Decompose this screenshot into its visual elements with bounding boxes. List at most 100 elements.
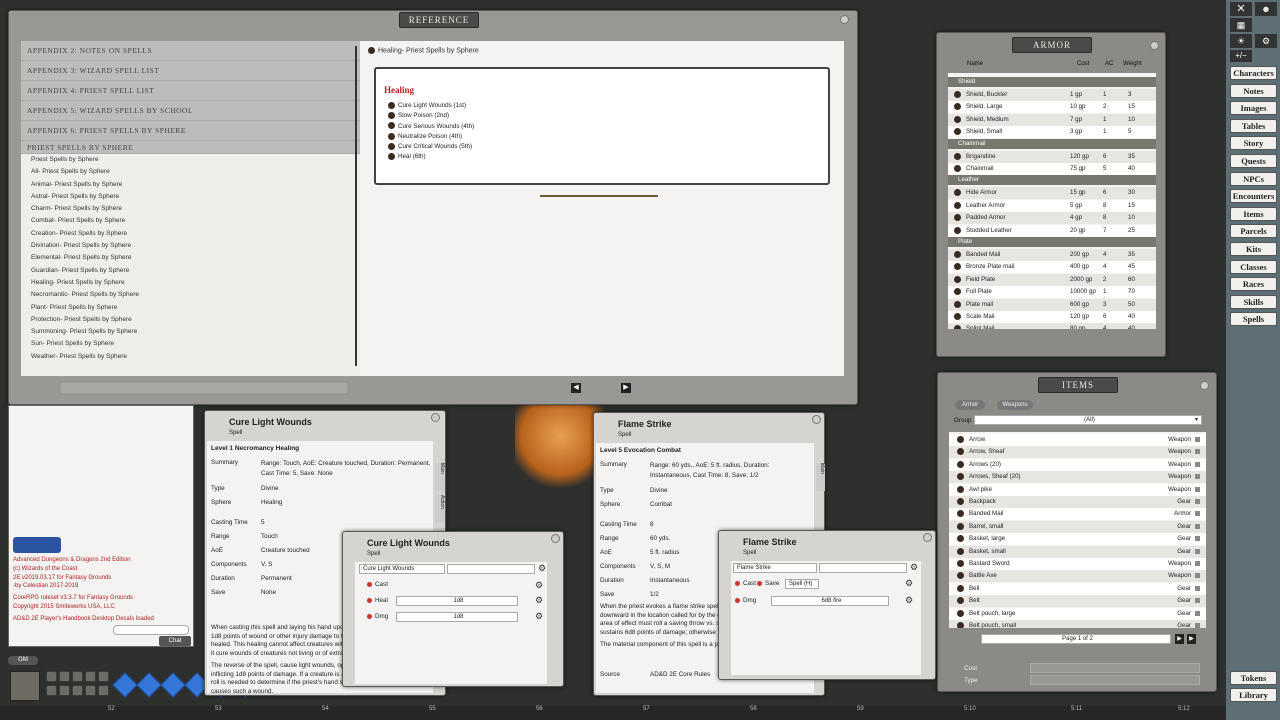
list-item[interactable]: Necromantic- Priest Spells by Sphere <box>21 289 361 301</box>
table-row[interactable]: Bell Gear <box>949 582 1206 595</box>
link-icon[interactable] <box>954 288 961 296</box>
link-icon[interactable] <box>957 485 964 493</box>
col-cost[interactable]: Cost <box>1077 61 1089 67</box>
category-header[interactable]: Appendix 4: Priest Spell List <box>21 81 361 101</box>
list-item[interactable]: Charm- Priest Spells by Sphere <box>21 203 361 215</box>
sidebar-item-characters[interactable]: Characters <box>1230 66 1277 80</box>
sidebar-item-story[interactable]: Story <box>1230 136 1277 151</box>
table-row[interactable]: Arrow, Sheaf Weapon <box>949 446 1206 459</box>
spell-name-field[interactable]: Cure Light Wounds <box>359 564 445 574</box>
cast-button[interactable]: Cast <box>367 581 388 588</box>
group-select[interactable]: (All) ▾ <box>974 415 1202 425</box>
tab-action[interactable]: Action <box>435 495 445 523</box>
list-item[interactable]: Combat- Priest Spells by Sphere <box>21 215 361 227</box>
hotkey-slot[interactable] <box>98 671 109 682</box>
list-item[interactable]: All- Priest Spells by Sphere <box>21 166 361 178</box>
link-icon[interactable] <box>957 547 964 555</box>
table-row[interactable]: Belt pouch, small Gear <box>949 620 1206 628</box>
flame-strike-action-window[interactable]: Flame Strike Spell Flame Strike ⚙ Cast S… <box>718 530 936 680</box>
table-row[interactable]: Leather Armor 5 gp 8 15 <box>948 199 1156 212</box>
table-row[interactable]: Shield, Buckler 1 gp 1 3 <box>948 89 1156 101</box>
close-icon[interactable] <box>1150 41 1159 50</box>
table-row[interactable]: Padded Armor 4 gp 8 10 <box>948 212 1156 225</box>
damage-dice[interactable]: 1d8 <box>396 612 518 622</box>
table-row[interactable]: Awl pike Weapon <box>949 483 1206 496</box>
list-item[interactable]: Plant- Priest Spells by Sphere <box>21 302 361 314</box>
sidebar-item-images[interactable]: Images <box>1230 101 1277 116</box>
link-icon[interactable] <box>954 128 961 136</box>
sidebar-item-tokens[interactable]: Tokens <box>1230 671 1277 685</box>
spell-notes-field[interactable] <box>819 563 907 573</box>
table-row[interactable]: Arrows, Sheaf (20) Weapon <box>949 471 1206 484</box>
link-icon[interactable] <box>957 498 964 505</box>
heal-button[interactable]: Heal <box>367 597 388 604</box>
link-icon[interactable] <box>954 226 961 234</box>
close-icon[interactable] <box>812 415 821 424</box>
gear-icon[interactable]: ⚙ <box>905 579 914 588</box>
armor-title[interactable]: Armor <box>1012 37 1092 53</box>
link-icon[interactable] <box>957 460 964 468</box>
table-row[interactable]: Hide Armor 15 gp 6 30 <box>948 187 1156 200</box>
sidebar-item-quests[interactable]: Quests <box>1230 154 1277 168</box>
sidebar-item-kits[interactable]: Kits <box>1230 242 1277 256</box>
spell-link[interactable]: Cure Critical Wounds (5th) <box>388 142 474 152</box>
lighting-icon[interactable]: ☀ <box>1230 34 1252 48</box>
sidebar-item-encounters[interactable]: Encounters <box>1230 189 1277 204</box>
table-row[interactable]: Basket, small Gear <box>949 545 1206 558</box>
table-row[interactable]: Splint Mail 80 gp 4 40 <box>948 323 1156 329</box>
spell-link[interactable]: Cure Serious Wounds (4th) <box>388 122 474 132</box>
modifier-icon[interactable]: +/− <box>1230 50 1252 62</box>
close-icon[interactable] <box>840 15 849 24</box>
items-title[interactable]: Items <box>1038 377 1118 393</box>
calendar-icon[interactable]: ▦ <box>1230 18 1252 32</box>
gear-icon[interactable]: ⚙ <box>1255 34 1277 48</box>
table-row[interactable]: Brigandine 120 gp 6 35 <box>948 150 1156 163</box>
hotkey-slot[interactable] <box>85 671 96 682</box>
spell-notes-field[interactable] <box>447 564 535 574</box>
link-icon[interactable] <box>954 201 961 209</box>
close-icon[interactable] <box>923 533 932 542</box>
prev-page-button[interactable]: ◀ <box>571 383 581 393</box>
table-row[interactable]: Shield, Large 10 gp 2 15 <box>948 101 1156 114</box>
table-row[interactable]: Plate mail 600 gp 3 50 <box>948 298 1156 311</box>
scrollbar[interactable] <box>355 46 357 366</box>
sidebar-item-tables[interactable]: Tables <box>1230 118 1277 133</box>
list-item[interactable]: Priest Spells by Sphere <box>21 154 361 166</box>
link-icon[interactable] <box>954 300 961 308</box>
tab-weapons[interactable]: Weapons <box>997 400 1033 410</box>
damage-button[interactable]: Dmg <box>367 613 388 620</box>
users-icon[interactable]: ☻ <box>1255 2 1277 16</box>
link-icon[interactable] <box>957 622 964 628</box>
list-item[interactable]: Animal- Priest Spells by Sphere <box>21 179 361 191</box>
link-icon[interactable] <box>957 584 964 592</box>
table-row[interactable]: Battle Axe Weapon <box>949 570 1206 583</box>
link-icon[interactable] <box>957 473 964 481</box>
table-row[interactable]: Basket, large Gear <box>949 533 1206 546</box>
reference-index-list[interactable]: Appendix 2: Notes on Spells Appendix 3: W… <box>21 41 361 376</box>
link-icon[interactable] <box>957 510 964 518</box>
chat-input[interactable] <box>113 625 189 635</box>
tab-armor[interactable]: Armor <box>955 400 985 410</box>
table-row[interactable]: Arrow Weapon <box>949 434 1206 446</box>
list-item[interactable]: Healing- Priest Spells by Sphere <box>21 277 361 289</box>
spell-link[interactable]: Slow Poison (2nd) <box>388 111 474 121</box>
link-icon[interactable] <box>957 597 964 605</box>
link-icon[interactable] <box>954 152 961 160</box>
link-icon[interactable] <box>954 325 961 329</box>
list-item[interactable]: Creation- Priest Spells by Sphere <box>21 228 361 240</box>
gear-icon[interactable]: ⚙ <box>535 581 544 590</box>
cost-filter[interactable] <box>1030 663 1200 673</box>
table-row[interactable]: Shield, Small 3 gp 1 5 <box>948 126 1156 139</box>
table-row[interactable]: Banded Mail Armor <box>949 508 1206 521</box>
table-row[interactable]: Belt pouch, large Gear <box>949 607 1206 620</box>
gear-icon[interactable]: ⚙ <box>905 596 914 605</box>
chat-window[interactable]: Advanced Dungeons & Dragons 2nd Edition (… <box>8 405 194 647</box>
next-page-button[interactable]: ▶ <box>621 383 631 393</box>
sidebar-item-library[interactable]: Library <box>1230 688 1277 702</box>
link-icon[interactable] <box>957 572 964 580</box>
damage-dice[interactable]: 6d8 fire <box>771 596 889 606</box>
close-icon[interactable] <box>551 534 560 543</box>
d6-icon[interactable] <box>136 672 162 698</box>
list-item[interactable]: Protection- Priest Spells by Sphere <box>21 314 361 326</box>
tab-main[interactable]: Main <box>816 463 825 491</box>
